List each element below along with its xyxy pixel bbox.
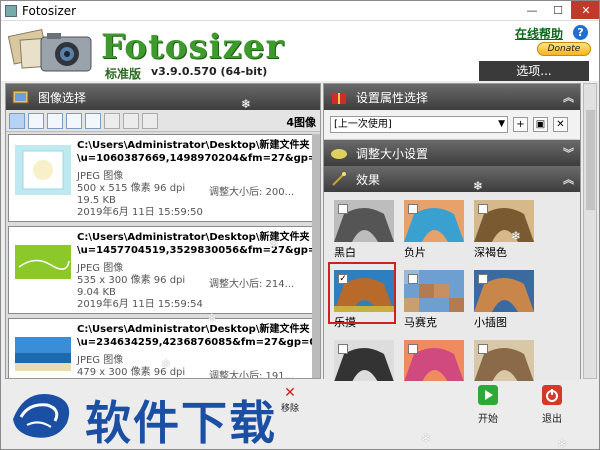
effect-mosaic[interactable]: 马赛克 [404,270,464,330]
magic-wand-icon [332,172,346,186]
edition-label: 标准版 [105,67,142,81]
preset-header[interactable]: 设置属性选择 ︽ [324,84,580,110]
snowflake-decoration: ❄ [207,311,218,325]
effect-checkbox[interactable] [408,204,418,214]
window-title: Fotosizer [22,3,77,18]
effect-checkbox[interactable] [478,204,488,214]
app-icon [5,4,17,17]
effect-checkbox[interactable] [478,274,488,284]
brand-name: Fotosizer [101,27,285,67]
redo-icon[interactable] [123,112,139,129]
save-preset-icon[interactable]: ▣ [533,117,548,132]
resize-settings-title: 调整大小设置 [356,146,429,161]
app-window: Fotosizer — ☐ ✕ Fotosizer 标准版 v3.9.0.570… [0,0,600,450]
image-list-scrollbar[interactable] [312,134,320,378]
options-button[interactable]: 选项... [479,61,589,81]
watermark-text: 软件下载 [85,396,277,450]
add-images-icon[interactable] [85,112,101,129]
image-path: C:\Users\Administrator\Desktop\新建文件夹 \u=2… [77,324,318,348]
effect-checkbox[interactable] [338,344,348,354]
effects-header[interactable]: 效果 ︽ [324,166,580,192]
settings-panel: 设置属性选择 ︽ [上一次使用] ▼ + ▣ ✕ 调整大小设置 ︾ 效果 ︽ 黑白 [323,83,581,382]
minimize-button[interactable]: — [519,1,545,19]
effect-negative[interactable]: 负片 [404,200,464,260]
app-header: Fotosizer 标准版 v3.9.0.570 (64-bit) 在线帮助 ?… [1,21,599,81]
effect-bw[interactable]: 黑白 [334,200,394,260]
snowflake-decoration: ❄ [557,437,568,450]
effect-checkbox[interactable] [338,204,348,214]
collapse-chevron-icon[interactable]: ︽ [563,171,574,187]
effect-vignette[interactable]: 小插图 [474,270,534,330]
image-toolbar: 4图像 [6,110,320,132]
delete-preset-icon[interactable]: ✕ [553,117,568,132]
camera-logo-icon [7,28,92,72]
image-resize-info: 调整大小后: 191... [209,371,295,378]
preset-row: [上一次使用] ▼ + ▣ ✕ [324,110,580,140]
scrollbar-thumb[interactable] [586,110,595,210]
snowflake-decoration: ❄ [269,237,280,251]
expand-chevron-icon[interactable]: ︾ [563,145,574,161]
settings-gift-icon [332,93,346,104]
power-icon [542,385,562,405]
undo-icon[interactable] [104,112,120,129]
add-preset-icon[interactable]: + [513,117,528,132]
resize-icon [331,149,347,159]
help-icon[interactable]: ? [573,25,588,40]
view-details-icon[interactable] [9,112,25,129]
online-help-link[interactable]: 在线帮助 [515,25,563,42]
selection-highlight [328,262,396,324]
brush-icon[interactable] [142,112,158,129]
image-thumbnail [15,245,71,279]
image-list[interactable]: C:\Users\Administrator\Desktop\新建文件夹 \u=1… [8,134,318,378]
image-count: 4图像 [286,116,316,129]
effect-checkbox[interactable] [478,344,488,354]
effect-checkbox[interactable] [408,344,418,354]
image-resize-info: 调整大小后: 200... [209,187,295,198]
effect-sepia[interactable]: 深褐色 [474,200,534,260]
view-list-icon[interactable] [47,112,63,129]
snowflake-decoration: ❄ [161,357,172,371]
view-thumbs-icon[interactable] [28,112,44,129]
image-selection-panel: 图像选择 4图像 C:\Users\Administrator\Desktop\… [5,83,321,379]
view-tiles-icon[interactable] [66,112,82,129]
start-button[interactable]: 开始 [473,385,503,425]
image-selection-header[interactable]: 图像选择 [6,84,320,110]
close-button[interactable]: ✕ [571,1,599,19]
resize-settings-header[interactable]: 调整大小设置 ︾ [324,140,580,166]
image-meta: JPEG 图像 535 x 300 像素 96 dpi 9.04 KB 2019年6月… [77,263,203,310]
effects-title: 效果 [356,172,381,187]
preset-select[interactable]: [上一次使用] ▼ [330,116,508,133]
image-meta: JPEG 图像 500 x 515 像素 96 dpi 19.5 KB 2019年6月… [77,171,203,218]
image-thumbnail [15,145,71,195]
preset-title: 设置属性选择 [356,90,429,105]
snowflake-decoration: ❄ [241,97,252,111]
effect-checkbox[interactable] [408,274,418,284]
image-resize-info: 调整大小后: 214... [209,279,295,290]
exit-button[interactable]: 退出 [537,385,567,425]
effects-grid: 黑白 负片 深褐色 ✓ 乐摸 马赛克 小插图 [324,196,580,382]
snowflake-decoration: ❄ [473,179,484,193]
snowflake-decoration: ❄ [421,431,432,445]
snowflake-decoration: ❄ [511,229,522,243]
play-icon [478,385,498,405]
images-icon [12,90,29,104]
list-item[interactable]: C:\Users\Administrator\Desktop\新建文件夹 \u=1… [8,134,318,222]
title-bar: Fotosizer — ☐ ✕ [1,1,599,21]
maximize-button[interactable]: ☐ [545,1,571,19]
image-selection-title: 图像选择 [38,90,87,105]
image-path: C:\Users\Administrator\Desktop\新建文件夹 \u=1… [77,140,318,164]
donate-button[interactable]: Donate [537,42,591,56]
collapse-chevron-icon[interactable]: ︽ [563,89,574,105]
image-path: C:\Users\Administrator\Desktop\新建文件夹 \u=1… [77,232,318,256]
version-label: v3.9.0.570 (64-bit) [151,65,268,78]
image-thumbnail [15,337,71,371]
settings-scrollbar[interactable] [583,83,597,379]
